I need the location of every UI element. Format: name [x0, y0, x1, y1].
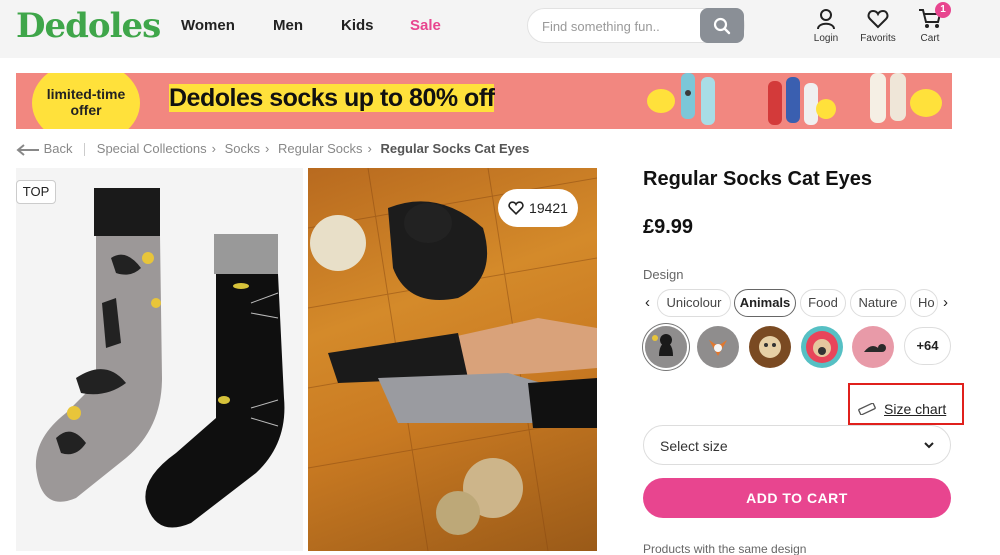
promo-banner[interactable]: limited-time offer Dedoles socks up to 8… — [16, 73, 952, 129]
breadcrumb: Back Special Collections › Socks › Regular… — [16, 141, 530, 157]
product-title: Regular Socks Cat Eyes — [643, 168, 872, 190]
more-designs-button[interactable]: +64 — [904, 327, 951, 365]
same-design-heading: Products with the same design — [643, 542, 807, 555]
cart-count-badge: 1 — [935, 2, 951, 18]
login-button[interactable]: Login — [796, 8, 856, 44]
size-select[interactable]: Select size — [643, 425, 951, 465]
heart-icon — [508, 201, 524, 215]
design-swatch-sloth[interactable] — [749, 326, 791, 368]
ruler-icon — [858, 403, 876, 415]
banner-title: Dedoles socks up to 80% off — [169, 84, 495, 112]
banner-socks-image-3 — [856, 73, 952, 129]
design-swatch-pink-cat[interactable] — [852, 326, 894, 368]
chevron-right-icon[interactable]: › — [943, 294, 948, 311]
breadcrumb-socks[interactable]: Socks — [225, 141, 260, 156]
size-select-value: Select size — [660, 438, 728, 454]
design-swatch-cat[interactable] — [645, 326, 687, 368]
offer-badge-text: limited-time offer — [46, 86, 126, 118]
product-price: £9.99 — [643, 216, 694, 238]
dedoles-logo[interactable]: Dedoles — [16, 6, 161, 46]
search-placeholder: Find something fun.. — [542, 19, 660, 34]
site-header: Dedoles Women Men Kids Sale Find somethi… — [0, 0, 1000, 58]
search-input[interactable]: Find something fun.. — [527, 8, 745, 43]
nav-sale[interactable]: Sale — [410, 17, 441, 34]
nav-men[interactable]: Men — [273, 17, 303, 34]
tab-home[interactable]: Ho — [910, 289, 938, 317]
favorites-button[interactable]: Favorits — [848, 8, 908, 44]
tab-nature[interactable]: Nature — [850, 289, 906, 317]
login-label: Login — [813, 33, 839, 44]
banner-socks-image-2 — [756, 73, 846, 129]
design-swatch-pug[interactable] — [801, 326, 843, 368]
top-tag: TOP — [16, 180, 56, 204]
search-icon — [713, 17, 731, 34]
nav-kids[interactable]: Kids — [341, 17, 374, 34]
user-icon — [817, 9, 835, 30]
tab-unicolour[interactable]: Unicolour — [657, 289, 731, 317]
search-button[interactable] — [700, 8, 744, 43]
favorites-label: Favorits — [860, 33, 896, 44]
chevron-down-icon — [924, 442, 934, 449]
add-to-cart-button[interactable]: ADD TO CART — [643, 478, 951, 518]
breadcrumb-current: Regular Socks Cat Eyes — [380, 141, 530, 156]
cart-label: Cart — [920, 33, 940, 44]
heart-icon — [867, 9, 889, 29]
chevron-left-icon[interactable]: ‹ — [645, 294, 650, 311]
product-image-main[interactable] — [16, 168, 303, 551]
breadcrumb-regular-socks[interactable]: Regular Socks — [278, 141, 363, 156]
favorites-count: 19421 — [529, 200, 568, 216]
nav-women[interactable]: Women — [181, 17, 235, 34]
back-arrow-icon — [16, 143, 39, 156]
breadcrumb-special-collections[interactable]: Special Collections — [97, 141, 207, 156]
tab-animals[interactable]: Animals — [734, 289, 796, 317]
banner-socks-image — [639, 73, 739, 129]
tab-food[interactable]: Food — [800, 289, 846, 317]
favorite-button[interactable]: 19421 — [498, 189, 578, 227]
size-chart-link[interactable]: Size chart — [858, 401, 946, 417]
design-label: Design — [643, 267, 684, 282]
back-link[interactable]: Back — [16, 141, 76, 156]
design-swatch-fox[interactable] — [697, 326, 739, 368]
cart-button[interactable]: Cart 1 — [900, 2, 960, 44]
